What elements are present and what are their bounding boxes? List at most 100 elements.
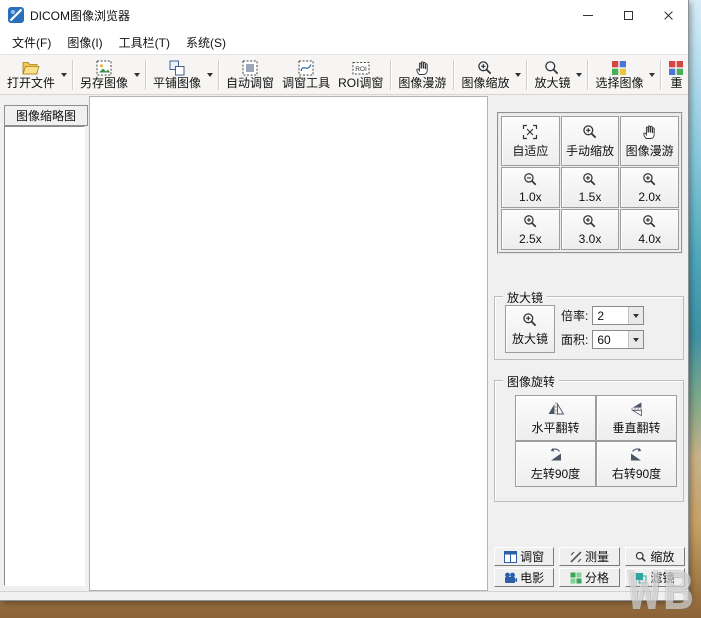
rotation-group: 图像旋转 水平翻转 垂直翻转 左转90度: [494, 380, 684, 502]
zoom-2x-button[interactable]: 2.0x: [620, 167, 679, 208]
pan-mode-label: 图像漫游: [626, 142, 674, 159]
toolbar-tile-image-dropdown[interactable]: [205, 69, 215, 81]
zoom-in-icon: [642, 214, 657, 230]
menu-file[interactable]: 文件(F): [4, 30, 59, 55]
toolbar-reset-button[interactable]: 重: [664, 58, 688, 92]
zoom-3x-button[interactable]: 3.0x: [561, 209, 620, 250]
area-select-arrow[interactable]: [628, 331, 643, 348]
zoom-in-icon: [582, 214, 597, 230]
toolbar-select-image-dropdown[interactable]: [647, 69, 657, 81]
mode-measure-button[interactable]: 测量: [559, 547, 619, 566]
measure-icon: [570, 551, 582, 563]
toolbar-open-file-dropdown[interactable]: [59, 69, 69, 81]
title-bar: DICOM图像浏览器: [0, 0, 688, 30]
mode-measure-label: 测量: [585, 548, 609, 565]
rotate-right-90-button[interactable]: 右转90度: [596, 441, 677, 487]
manual-zoom-button[interactable]: 手动缩放: [561, 116, 620, 166]
toolbar-select-image-button[interactable]: 选择图像: [591, 58, 647, 92]
chevron-down-icon: [633, 314, 639, 318]
toolbar-image-zoom-dropdown[interactable]: [513, 69, 523, 81]
flip-vertical-icon: [630, 401, 644, 417]
mode-cine-button[interactable]: 电影: [494, 568, 554, 587]
thumbnail-panel[interactable]: [4, 126, 85, 586]
image-view-area[interactable]: [89, 96, 488, 591]
toolbar-save-image-button[interactable]: 另存图像: [76, 58, 132, 92]
toolbar-select-image-label: 选择图像: [595, 77, 643, 90]
fit-to-window-button[interactable]: 自适应: [501, 116, 560, 166]
zoom-in-icon: [582, 172, 597, 188]
fit-to-window-icon: [522, 124, 538, 140]
mode-filter-button[interactable]: 滤镜: [625, 568, 685, 587]
thumbnail-tab-label: 图像缩略图: [16, 107, 76, 124]
zoom-2-5x-button[interactable]: 2.5x: [501, 209, 560, 250]
close-button[interactable]: [648, 0, 688, 30]
mode-window-level-button[interactable]: 调窗: [494, 547, 554, 566]
toolbar-image-zoom-button[interactable]: 图像缩放: [457, 58, 513, 92]
toolbar-separator: [218, 60, 219, 90]
zoom-1x-button[interactable]: 1.0x: [501, 167, 560, 208]
ratio-select[interactable]: 2: [592, 306, 644, 325]
rotate-left-icon: [547, 447, 564, 463]
toolbar-window-tool-button[interactable]: 调窗工具: [278, 58, 334, 92]
zoom-1-5x-button[interactable]: 1.5x: [561, 167, 620, 208]
ratio-row: 倍率: 2: [561, 306, 644, 325]
mode-zoom-button[interactable]: 缩放: [625, 547, 685, 566]
toolbar-tile-image-label: 平铺图像: [153, 77, 201, 90]
area-label: 面积:: [561, 331, 588, 348]
thumbnail-tab[interactable]: 图像缩略图: [4, 105, 88, 126]
menu-toolbar[interactable]: 工具栏(T): [111, 30, 178, 55]
window-title: DICOM图像浏览器: [30, 7, 568, 24]
reset-grid-icon: [668, 60, 684, 76]
magnifier-tool-button[interactable]: 放大镜: [505, 305, 555, 353]
mode-window-level-label: 调窗: [520, 548, 544, 565]
toolbar-magnifier-dropdown[interactable]: [574, 69, 584, 81]
flip-horizontal-label: 水平翻转: [531, 419, 579, 436]
toolbar-open-file-button[interactable]: 打开文件: [3, 58, 59, 92]
mode-grid-split-button[interactable]: 分格: [559, 568, 619, 587]
toolbar-save-image-dropdown[interactable]: [132, 69, 142, 81]
zoom-mode-icon: [635, 551, 647, 563]
maximize-icon: [624, 11, 633, 20]
rotate-left-90-button[interactable]: 左转90度: [515, 441, 596, 487]
toolbar-tile-image-button[interactable]: 平铺图像: [149, 58, 205, 92]
chevron-down-icon: [134, 73, 140, 77]
toolbar-separator: [145, 60, 146, 90]
toolbar-save-image-label: 另存图像: [80, 77, 128, 90]
chevron-down-icon: [576, 73, 582, 77]
toolbar-auto-window-label: 自动调窗: [226, 77, 274, 90]
toolbar-image-pan-button[interactable]: 图像漫游: [394, 58, 450, 92]
toolbar-magnifier-button[interactable]: 放大镜: [530, 58, 574, 92]
area-select[interactable]: 60: [592, 330, 644, 349]
zoom-3x-label: 3.0x: [579, 232, 602, 246]
toolbar-window-tool-label: 调窗工具: [282, 77, 330, 90]
zoom-1x-label: 1.0x: [519, 190, 542, 204]
toolbar-roi-window-button[interactable]: ROI ROI调窗: [334, 58, 387, 92]
grid-split-icon: [570, 572, 582, 584]
select-image-grid-icon: [611, 60, 627, 76]
flip-horizontal-button[interactable]: 水平翻转: [515, 395, 596, 441]
rotate-right-icon: [628, 447, 645, 463]
chevron-down-icon: [515, 73, 521, 77]
minimize-button[interactable]: [568, 0, 608, 30]
chevron-down-icon: [207, 73, 213, 77]
zoom-out-icon: [523, 172, 538, 188]
save-image-icon: [96, 60, 112, 76]
pan-mode-button[interactable]: 图像漫游: [620, 116, 679, 166]
magnifier-icon: [522, 312, 538, 328]
zoom-4x-button[interactable]: 4.0x: [620, 209, 679, 250]
cine-icon: [504, 572, 517, 584]
chevron-down-icon: [633, 338, 639, 342]
toolbar-auto-window-button[interactable]: 自动调窗: [222, 58, 278, 92]
toolbar: 打开文件 另存图像 平铺图像: [0, 55, 688, 95]
toolbar-separator: [660, 60, 661, 90]
app-window: DICOM图像浏览器 文件(F) 图像(I) 工具栏(T) 系统(S) 打开文件: [0, 0, 689, 601]
menu-system[interactable]: 系统(S): [178, 30, 234, 55]
ratio-value: 2: [593, 307, 628, 324]
mode-cine-label: 电影: [520, 569, 544, 586]
status-bar: [0, 591, 688, 601]
menu-image[interactable]: 图像(I): [59, 30, 110, 55]
flip-vertical-button[interactable]: 垂直翻转: [596, 395, 677, 441]
maximize-button[interactable]: [608, 0, 648, 30]
tile-image-icon: [169, 60, 185, 76]
ratio-select-arrow[interactable]: [628, 307, 643, 324]
